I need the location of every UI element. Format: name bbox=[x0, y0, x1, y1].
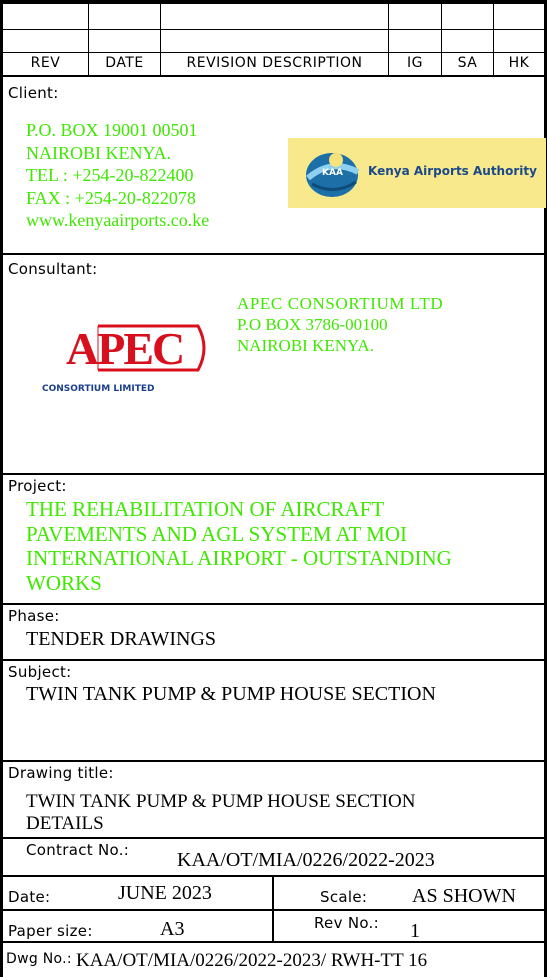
revision-description-header: REVISION DESCRIPTION bbox=[186, 55, 363, 71]
project-line: PAVEMENTS AND AGL SYSTEM AT MOI bbox=[26, 521, 407, 546]
date-header: DATE bbox=[105, 55, 144, 71]
project-label: Project: bbox=[8, 477, 67, 495]
contract-label: Contract No.: bbox=[26, 841, 130, 859]
client-line: NAIROBI KENYA. bbox=[26, 142, 171, 163]
rev-no-value: 1 bbox=[410, 920, 420, 942]
client-label: Client: bbox=[8, 84, 59, 102]
client-line: FAX : +254-20-822078 bbox=[26, 187, 196, 208]
hk-header: HK bbox=[508, 55, 530, 71]
ig-header: IG bbox=[407, 55, 423, 71]
drawing-title-label: Drawing title: bbox=[8, 764, 114, 782]
kaa-name: Kenya Airports Authority bbox=[368, 164, 537, 178]
consultant-address: APEC CONSORTIUM LTD P.O BOX 3786-00100 N… bbox=[237, 293, 443, 356]
dwg-no-label: Dwg No.: bbox=[6, 951, 72, 967]
sa-header: SA bbox=[457, 55, 478, 71]
project-line: INTERNATIONAL AIRPORT - OUTSTANDING bbox=[26, 546, 452, 570]
project-line: THE REHABILITATION OF AIRCRAFT bbox=[26, 497, 385, 521]
divider bbox=[0, 473, 547, 475]
client-line: www.kenyaairports.co.ke bbox=[26, 210, 210, 230]
drawing-title-value: TWIN TANK PUMP & PUMP HOUSE SECTION DETA… bbox=[26, 791, 415, 835]
client-line: TEL : +254-20-822400 bbox=[26, 165, 194, 185]
phase-value: TENDER DRAWINGS bbox=[26, 628, 217, 650]
divider bbox=[0, 941, 547, 943]
date-label: Date: bbox=[8, 888, 51, 906]
consultant-label: Consultant: bbox=[8, 260, 98, 278]
subject-value: TWIN TANK PUMP & PUMP HOUSE SECTION bbox=[26, 683, 436, 705]
paper-size-label: Paper size: bbox=[8, 922, 93, 940]
apec-logo: APEC CONSORTIUM LIMITED bbox=[38, 318, 213, 402]
consultant-line: APEC CONSORTIUM LTD bbox=[237, 294, 444, 313]
project-line: WORKS bbox=[26, 570, 102, 595]
divider bbox=[0, 253, 547, 255]
rev-header: REV bbox=[30, 55, 61, 71]
client-address: P.O. BOX 19001 00501 NAIROBI KENYA. TEL … bbox=[26, 119, 209, 232]
drawing-title-line: DETAILS bbox=[26, 813, 104, 834]
scale-value: AS SHOWN bbox=[412, 885, 516, 907]
contract-value: KAA/OT/MIA/0226/2022-2023 bbox=[177, 849, 435, 871]
project-title: THE REHABILITATION OF AIRCRAFT PAVEMENTS… bbox=[26, 497, 452, 595]
apec-mark: APEC bbox=[66, 323, 185, 374]
client-line: P.O. BOX 19001 00501 bbox=[26, 120, 198, 140]
apec-subtitle: CONSORTIUM LIMITED bbox=[42, 384, 155, 394]
rev-no-label: Rev No.: bbox=[314, 914, 379, 932]
divider bbox=[0, 760, 547, 762]
kaa-logo: KAA Kenya Airports Authority bbox=[288, 138, 546, 208]
date-value: JUNE 2023 bbox=[118, 882, 212, 904]
consultant-line: NAIROBI KENYA. bbox=[237, 336, 374, 355]
kaa-badge: KAA bbox=[322, 168, 343, 178]
dwg-no-value: KAA/OT/MIA/0226/2022-2023/ RWH-TT 16 bbox=[76, 950, 428, 971]
divider bbox=[0, 659, 547, 661]
paper-size-value: A3 bbox=[160, 918, 185, 940]
divider bbox=[0, 909, 547, 911]
frame-left bbox=[0, 0, 3, 977]
revision-table: REV DATE REVISION DESCRIPTION IG SA HK bbox=[0, 0, 547, 77]
scale-label: Scale: bbox=[320, 888, 368, 906]
phase-label: Phase: bbox=[8, 607, 60, 625]
divider bbox=[0, 837, 547, 839]
drawing-title-line: TWIN TANK PUMP & PUMP HOUSE SECTION bbox=[26, 791, 416, 812]
subject-label: Subject: bbox=[8, 663, 72, 681]
consultant-line: P.O BOX 3786-00100 bbox=[237, 315, 388, 334]
divider bbox=[0, 603, 547, 605]
